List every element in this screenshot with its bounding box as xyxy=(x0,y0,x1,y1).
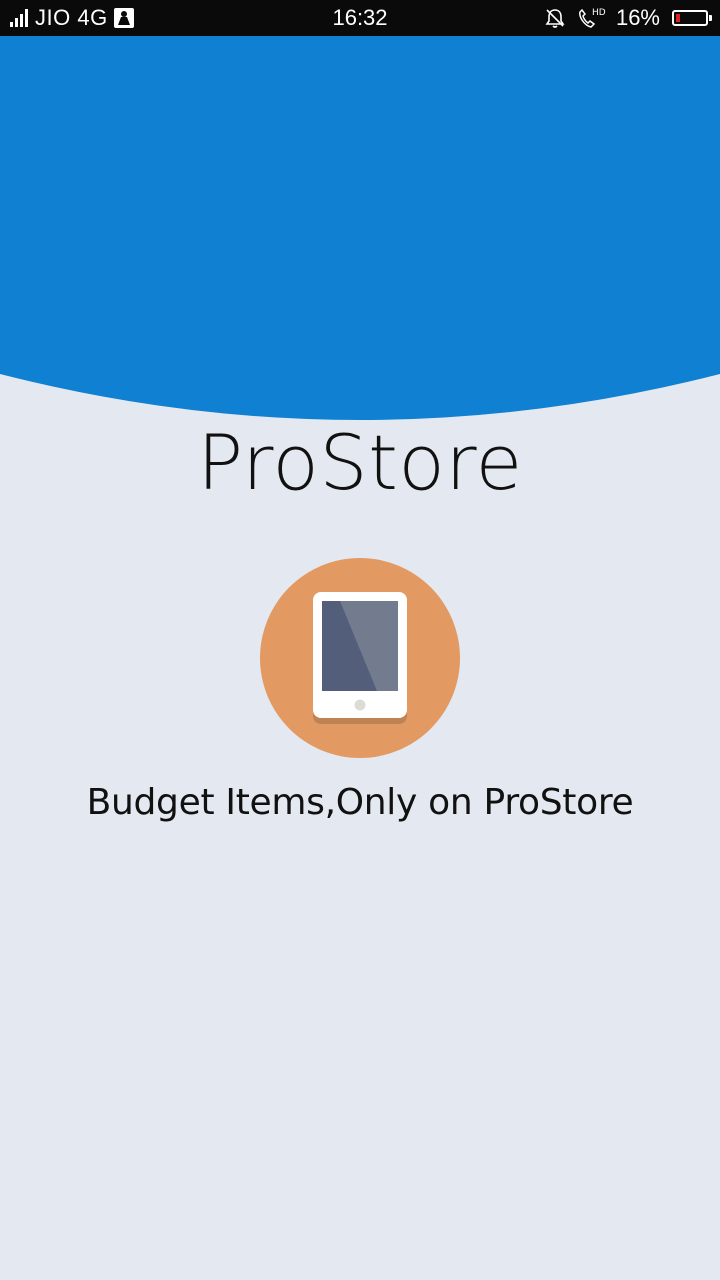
tagline: Budget Items,Only on ProStore xyxy=(86,782,634,823)
battery-icon xyxy=(672,10,712,26)
header-wave xyxy=(0,36,720,420)
app-logo xyxy=(260,558,460,758)
status-bar: JIO 4G 16:32 HD 16% xyxy=(0,0,720,36)
battery-percent: 16% xyxy=(615,5,660,30)
app-title: ProStore xyxy=(197,418,523,507)
svg-text:HD: HD xyxy=(592,8,606,18)
status-bar-right: HD 16% xyxy=(534,0,712,36)
hd-call-icon: HD xyxy=(578,8,606,28)
mute-bell-icon xyxy=(545,9,565,28)
tablet-icon xyxy=(313,592,407,724)
battery-level xyxy=(676,14,681,22)
